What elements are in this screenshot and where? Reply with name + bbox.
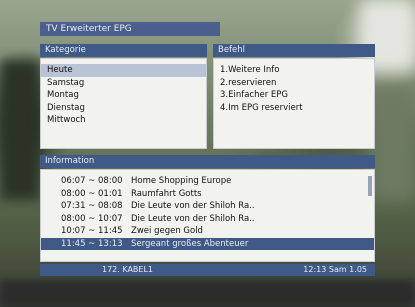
- programme-time: 10:07 ~ 11:45: [61, 226, 123, 236]
- programme-title: Die Leute von der Shiloh Ra..: [131, 201, 255, 211]
- action-reserve[interactable]: 2.reservieren: [214, 77, 374, 90]
- category-item-today[interactable]: Heute: [41, 64, 206, 77]
- programme-title: Home Shopping Europe: [131, 176, 232, 186]
- category-item-monday[interactable]: Montag: [41, 89, 206, 102]
- epg-overlay: TV Erweiterter EPG Kategorie Heute Samst…: [0, 0, 415, 307]
- action-reserved-epg[interactable]: 4.Im EPG reserviert: [214, 102, 374, 115]
- programme-row[interactable]: 10:07 ~ 11:45 Zwei gegen Gold: [41, 225, 374, 238]
- programme-row[interactable]: 08:00 ~ 01:01 Raumfahrt Gotts: [41, 188, 374, 201]
- programme-time: 07:31 ~ 08:08: [61, 201, 123, 211]
- actions-header: Befehl: [213, 44, 375, 57]
- category-list: Heute Samstag Montag Dienstag Mittwoch: [40, 58, 207, 149]
- programme-title: Zwei gegen Gold: [131, 226, 203, 236]
- programme-title: Raumfahrt Gotts: [131, 188, 202, 199]
- programme-row[interactable]: 06:07 ~ 08:00 Home Shopping Europe: [41, 175, 374, 188]
- category-item-saturday[interactable]: Samstag: [41, 77, 206, 90]
- category-header: Kategorie: [40, 44, 207, 57]
- programme-time: 06:07 ~ 08:00: [61, 176, 123, 186]
- programme-row[interactable]: 08:00 ~ 10:07 Die Leute von der Shiloh Ra…: [41, 213, 374, 226]
- programme-time: 08:00 ~ 01:01: [61, 188, 123, 199]
- clock: 12:13 Sam 1.05: [303, 265, 367, 274]
- programme-title: Die Leute von der Shiloh Ra..: [131, 213, 255, 224]
- programme-row[interactable]: 07:31 ~ 08:08 Die Leute von der Shiloh Ra…: [41, 200, 374, 213]
- window-title: TV Erweiterter EPG: [40, 22, 220, 36]
- programme-list: 06:07 ~ 08:00 Home Shopping Europe 08:00 …: [40, 169, 375, 262]
- actions-list: 1.Weitere Info 2.reservieren 3.Einfacher…: [213, 58, 375, 149]
- programme-time: 08:00 ~ 10:07: [61, 213, 123, 224]
- channel-name: 172. KABEL1: [102, 265, 154, 274]
- information-header: Information: [40, 155, 375, 168]
- scrollbar[interactable]: [368, 176, 372, 196]
- programme-row-selected[interactable]: 11:45 ~ 13:13 Sergeant großes Abenteuer: [41, 237, 374, 250]
- category-item-wednesday[interactable]: Mittwoch: [41, 114, 206, 127]
- status-bar: 172. KABEL1 12:13 Sam 1.05: [40, 264, 375, 276]
- programme-title: Sergeant großes Abenteuer: [131, 238, 249, 249]
- category-item-tuesday[interactable]: Dienstag: [41, 102, 206, 115]
- action-simple-epg[interactable]: 3.Einfacher EPG: [214, 89, 374, 102]
- action-more-info[interactable]: 1.Weitere Info: [214, 64, 374, 77]
- programme-time: 11:45 ~ 13:13: [61, 238, 123, 249]
